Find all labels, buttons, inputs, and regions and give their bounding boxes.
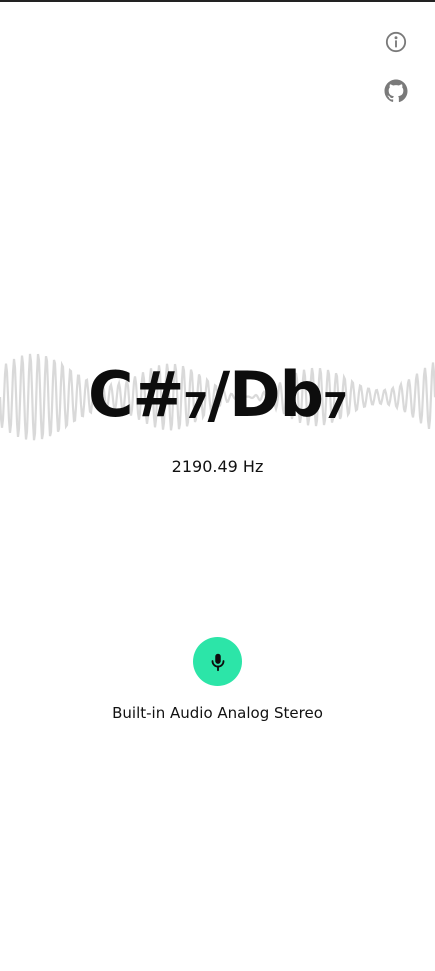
note-octave-flat: 7	[322, 386, 348, 427]
tuner-page: C#7/Db7 2190.49 Hz Built-in Audio Analog…	[0, 0, 435, 971]
microphone-button[interactable]	[193, 637, 242, 686]
frequency-readout: 2190.49 Hz	[171, 457, 264, 476]
github-icon[interactable]	[384, 79, 408, 103]
note-octave-sharp: 7	[183, 386, 208, 427]
microphone-icon	[211, 653, 224, 671]
note-name-flat: Db	[229, 358, 324, 431]
note-name-sharp: C#	[87, 358, 184, 431]
input-device-label: Built-in Audio Analog Stereo	[112, 704, 323, 722]
note-display: C#7/Db7	[0, 350, 435, 452]
note-separator: /	[207, 358, 230, 431]
info-icon[interactable]	[384, 30, 408, 54]
top-right-toolbar	[384, 30, 408, 103]
